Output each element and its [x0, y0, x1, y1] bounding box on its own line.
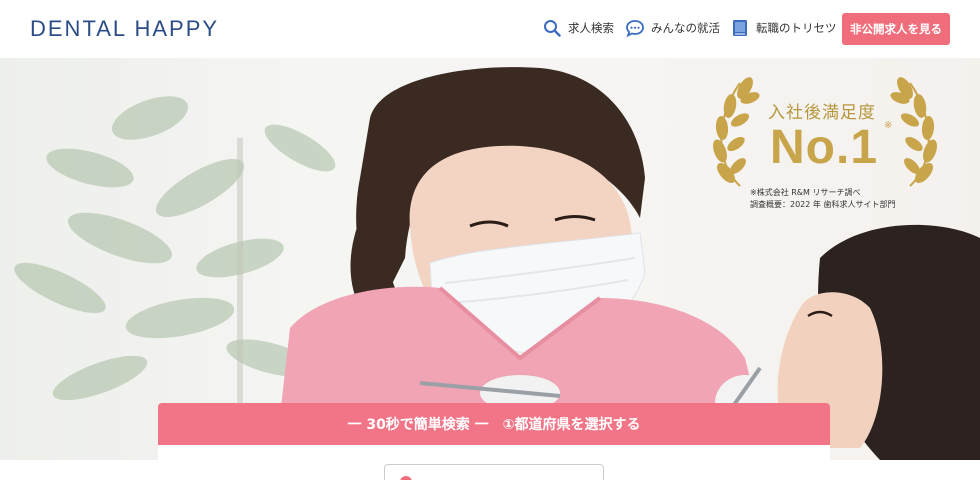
award-source-note: ※株式会社 R&M リサーチ調べ	[750, 188, 861, 197]
search-icon	[542, 18, 562, 38]
book-icon	[730, 18, 750, 38]
nav-job-search[interactable]: 求人検索	[542, 18, 614, 38]
nav-label: 転職のトリセツ	[756, 21, 837, 35]
nav-label: 求人検索	[568, 21, 614, 35]
quick-search-heading: 一 30秒で簡単検索 一 ①都道府県を選択する	[158, 403, 830, 445]
nav-community[interactable]: みんなの就活	[625, 18, 720, 38]
site-header: DENTAL HAPPY 求人検索 みんなの就活 転職のトリセツ 非公開求人を見…	[0, 0, 980, 58]
nav-career-guide[interactable]: 転職のトリセツ	[730, 18, 837, 38]
private-jobs-button[interactable]: 非公開求人を見る	[842, 13, 950, 45]
site-logo[interactable]: DENTAL HAPPY	[30, 16, 219, 42]
hero-banner: 入社後満足度 No.1 ※ ※株式会社 R&M リサーチ調べ 調査概要：2022…	[0, 58, 980, 460]
nav-label: みんなの就活	[651, 21, 720, 35]
chat-bubble-icon	[625, 18, 645, 38]
award-footnote-mark: ※	[884, 120, 893, 131]
award-survey-note: 調査概要：2022 年 歯科求人サイト部門	[750, 200, 896, 209]
award-title: No.1	[770, 121, 879, 174]
prefecture-select[interactable]	[384, 464, 604, 480]
